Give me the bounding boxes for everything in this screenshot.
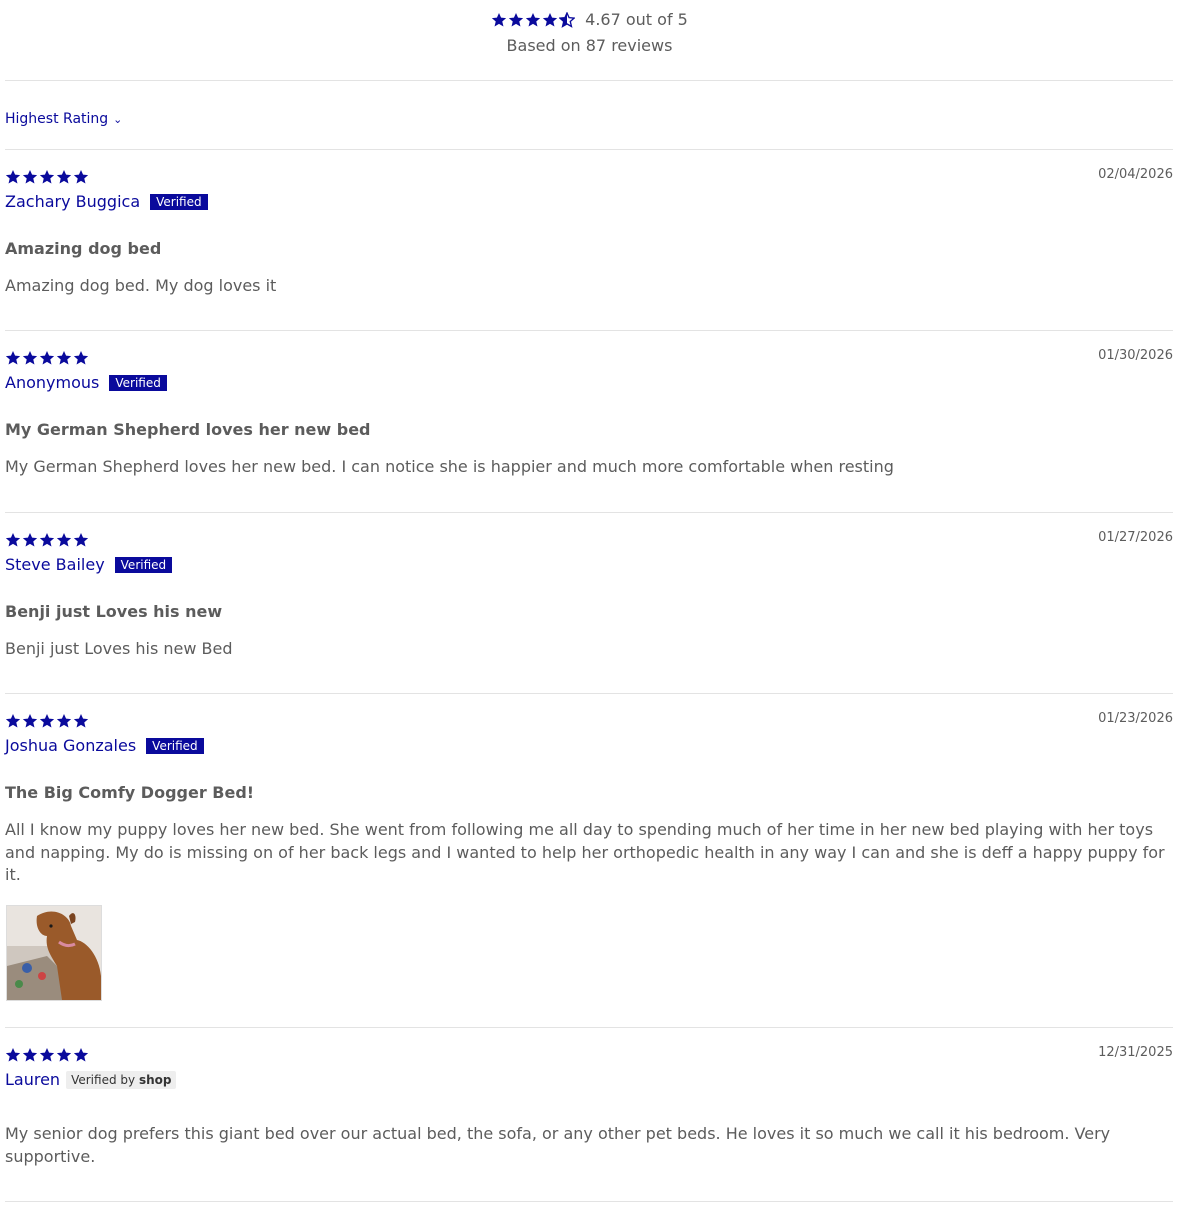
review-title: The Big Comfy Dogger Bed! <box>5 783 255 802</box>
dog-photo-thumbnail <box>7 906 101 1000</box>
star-icon <box>39 1047 55 1063</box>
star-icon <box>5 532 21 548</box>
review-author-row: Steve Bailey Verified <box>5 555 173 574</box>
divider <box>5 1201 1173 1202</box>
review-author-row: Zachary Buggica Verified <box>5 192 208 211</box>
divider <box>5 330 1173 331</box>
star-icon <box>73 169 89 185</box>
star-icon <box>542 12 558 28</box>
star-half-icon <box>559 12 575 28</box>
star-icon <box>56 169 72 185</box>
star-icon <box>5 169 21 185</box>
review-photo[interactable] <box>6 905 102 1001</box>
review-stars <box>5 169 89 185</box>
average-rating-stars <box>491 12 575 28</box>
review-stars <box>5 350 89 366</box>
star-icon <box>56 713 72 729</box>
review-author-row: Joshua Gonzales Verified <box>5 736 204 755</box>
review-body: Benji just Loves his new Bed <box>5 639 233 658</box>
review-author: Lauren <box>5 1070 61 1089</box>
star-icon <box>22 169 38 185</box>
star-icon <box>525 12 541 28</box>
review-body: Amazing dog bed. My dog loves it <box>5 276 277 295</box>
chevron-down-icon: ⌄ <box>113 112 123 126</box>
review-author: Anonymous <box>5 373 100 392</box>
star-icon <box>73 532 89 548</box>
star-icon <box>508 12 524 28</box>
average-rating-text: 4.67 out of 5 <box>585 10 688 29</box>
star-icon <box>39 169 55 185</box>
verified-badge: Verified <box>146 737 204 754</box>
review-body: All I know my puppy loves her new bed. S… <box>5 820 1165 884</box>
rating-summary-row: 4.67 out of 5 <box>491 10 688 29</box>
star-icon <box>22 1047 38 1063</box>
review-body: My senior dog prefers this giant bed ove… <box>5 1124 1111 1166</box>
star-icon <box>5 713 21 729</box>
divider <box>5 693 1173 694</box>
verified-badge: Verified <box>150 193 208 210</box>
star-icon <box>56 350 72 366</box>
star-icon <box>5 350 21 366</box>
review-count: Based on 87 reviews <box>506 35 673 55</box>
star-icon <box>73 713 89 729</box>
divider <box>5 149 1173 150</box>
review-date: 01/27/2026 <box>1098 530 1173 545</box>
sort-label: Highest Rating <box>5 111 109 127</box>
review-body: My German Shepherd loves her new bed. I … <box>5 457 894 476</box>
review-stars <box>5 1047 89 1063</box>
review-author: Steve Bailey <box>5 555 105 574</box>
divider <box>5 512 1173 513</box>
star-icon <box>73 1047 89 1063</box>
sort-dropdown[interactable]: Highest Rating ⌄ <box>5 111 122 127</box>
star-icon <box>56 532 72 548</box>
star-icon <box>491 12 507 28</box>
review-stars <box>5 532 89 548</box>
badge-prefix: Verified by <box>71 1072 136 1087</box>
verified-badge: Verified <box>109 374 167 391</box>
review-stars <box>5 713 89 729</box>
star-icon <box>5 1047 21 1063</box>
rating-summary: 4.67 out of 5 Based on 87 reviews <box>0 10 1179 55</box>
star-icon <box>56 1047 72 1063</box>
star-icon <box>22 350 38 366</box>
divider <box>5 80 1173 81</box>
verified-by-shop-badge: Verified by shop <box>66 1070 177 1089</box>
review-title: Benji just Loves his new <box>5 602 223 621</box>
star-icon <box>39 350 55 366</box>
star-icon <box>39 713 55 729</box>
review-date: 12/31/2025 <box>1098 1045 1173 1060</box>
verified-badge: Verified <box>114 556 173 573</box>
review-date: 01/23/2026 <box>1098 711 1173 726</box>
star-icon <box>22 713 38 729</box>
review-date: 01/30/2026 <box>1098 348 1173 363</box>
star-icon <box>39 532 55 548</box>
review-author-row: Lauren Verified by shop <box>5 1070 177 1089</box>
star-icon <box>73 350 89 366</box>
review-author: Joshua Gonzales <box>5 736 137 755</box>
review-author: Zachary Buggica <box>5 192 141 211</box>
review-title: Amazing dog bed <box>5 239 162 258</box>
divider <box>5 1027 1173 1028</box>
review-title: My German Shepherd loves her new bed <box>5 420 371 439</box>
shop-brand: shop <box>138 1072 172 1087</box>
star-icon <box>22 532 38 548</box>
review-date: 02/04/2026 <box>1098 167 1173 182</box>
review-author-row: Anonymous Verified <box>5 373 167 392</box>
